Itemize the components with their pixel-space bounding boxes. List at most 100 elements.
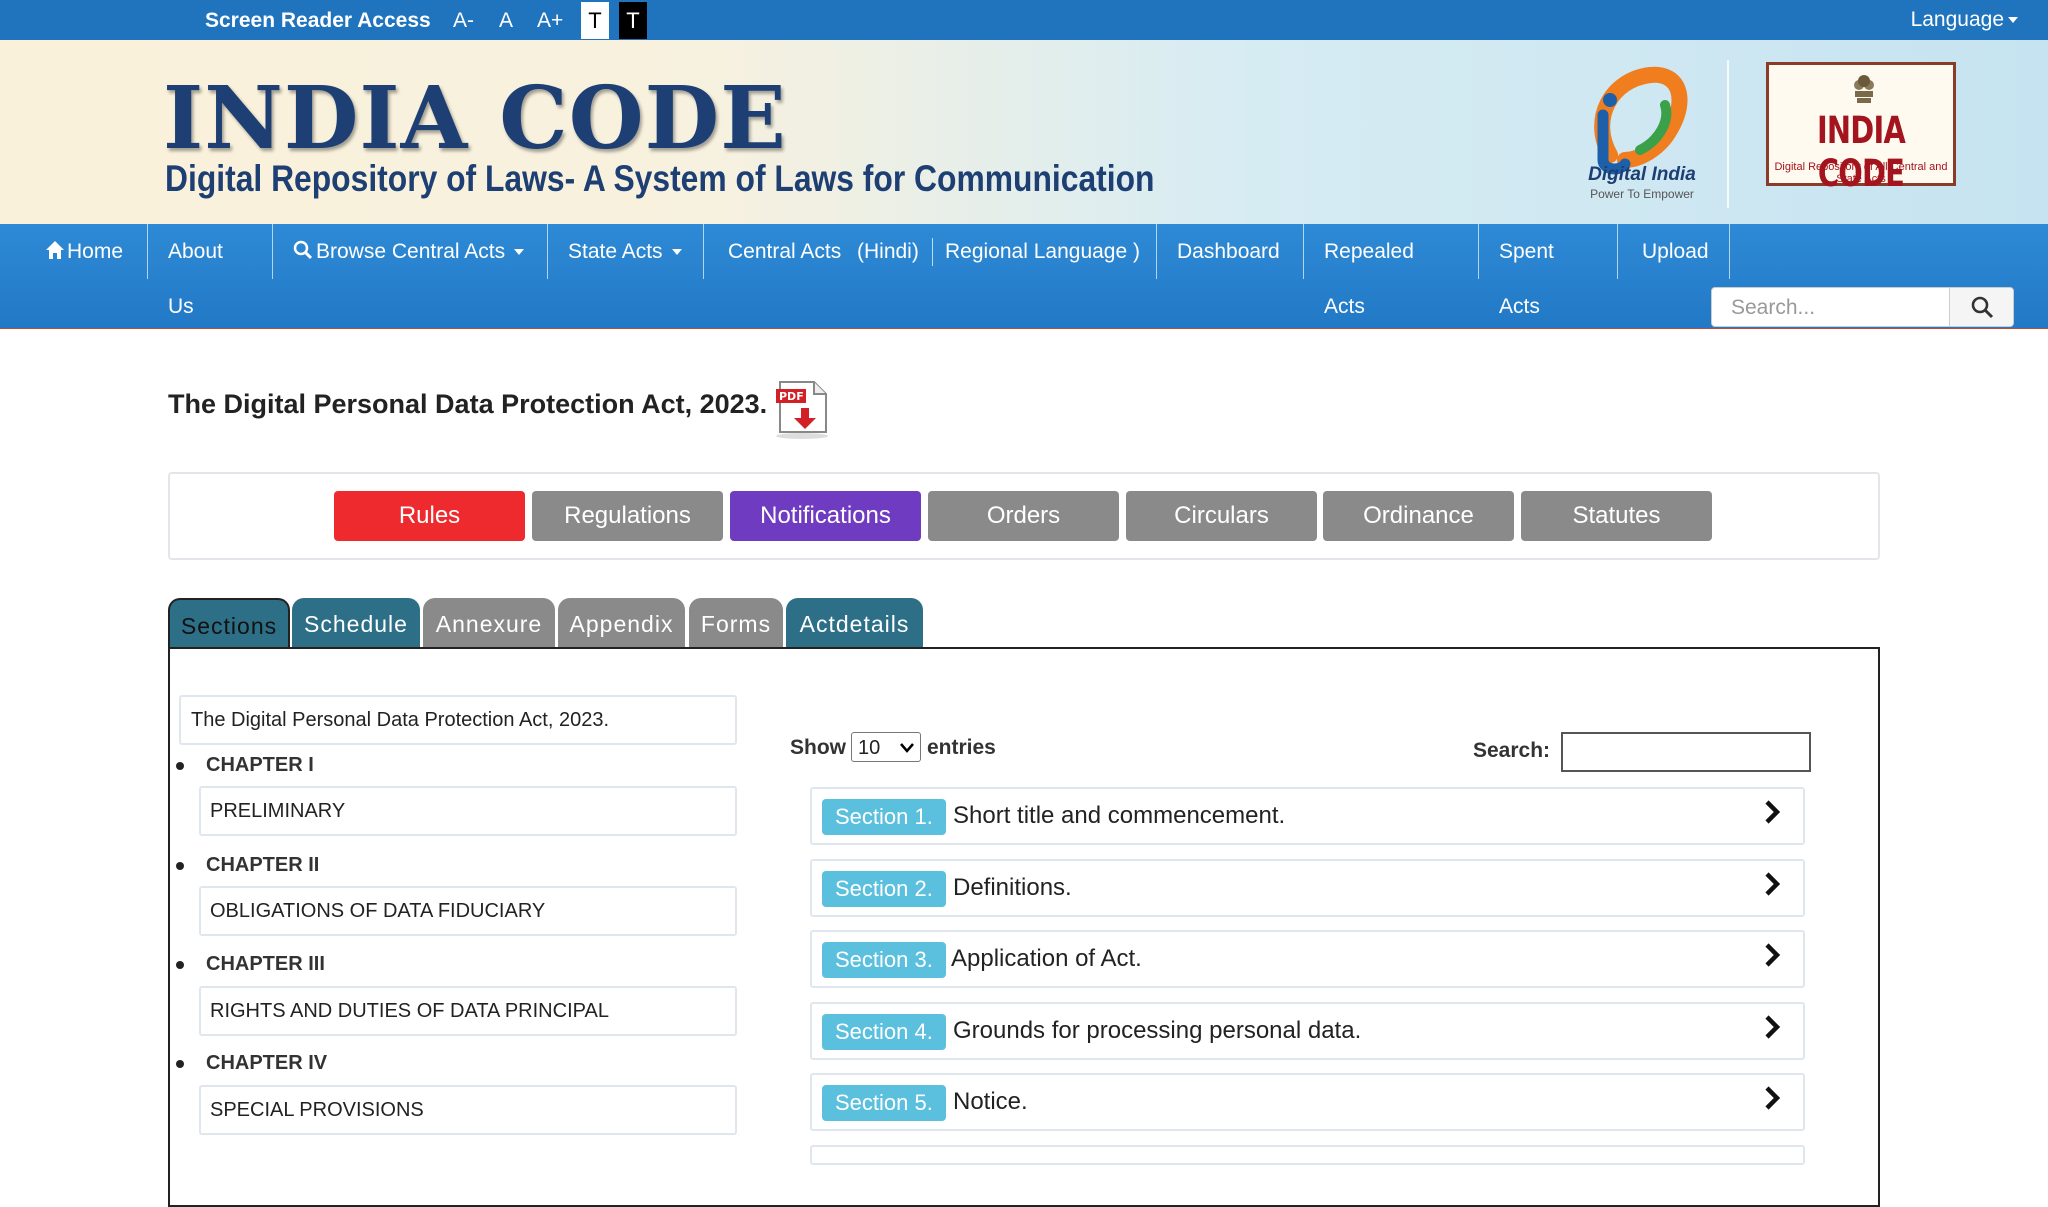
search-icon [293, 240, 313, 260]
section-badge: Section 2. [822, 871, 946, 907]
tab-sections[interactable]: Sections [168, 598, 290, 648]
nav-browse-label: Browse Central Acts [316, 240, 506, 263]
nav-separator [932, 238, 933, 266]
section-row[interactable]: Section 5. Notice. [810, 1073, 1805, 1131]
section-row[interactable] [810, 1145, 1805, 1165]
section-title: Definitions. [953, 874, 1072, 901]
site-search-input[interactable]: Search... [1731, 296, 1815, 320]
tab-schedule[interactable]: Schedule [292, 598, 420, 648]
chapter-label: CHAPTER I [206, 754, 314, 776]
light-theme-button[interactable]: T [581, 2, 609, 39]
svg-text:PDF: PDF [779, 390, 804, 403]
pdf-download-icon[interactable]: PDF [774, 380, 832, 440]
banner-divider [1727, 60, 1729, 208]
caret-down-icon [514, 249, 525, 256]
nav-state-acts-label: State Acts [568, 240, 663, 263]
chapter-link[interactable]: SPECIAL PROVISIONS [199, 1085, 737, 1135]
bullet [176, 1060, 184, 1068]
entries-value: 10 [858, 737, 881, 759]
india-code-badge: INDIA CODE Digital Repository of All Cen… [1766, 62, 1956, 195]
site-title[interactable]: INDIA CODE [163, 68, 787, 169]
home-icon [46, 241, 64, 259]
bullet [176, 961, 184, 969]
section-title: Grounds for processing personal data. [953, 1017, 1362, 1044]
language-dropdown[interactable]: Language [1911, 8, 2018, 32]
site-subtitle: Digital Repository of Laws- A System of … [165, 158, 1155, 199]
badge-subtitle: Digital Repository of All Central and St… [1774, 161, 1948, 185]
font-normal-button[interactable]: A [499, 9, 513, 33]
chevron-right-icon [1765, 943, 1781, 967]
section-row[interactable]: Section 2. Definitions. [810, 859, 1805, 917]
font-decrease-button[interactable]: A- [453, 9, 474, 33]
tab-annexure[interactable]: Annexure [423, 598, 555, 648]
nav-browse-central-acts[interactable]: Browse Central Acts [273, 224, 548, 279]
site-banner: INDIA CODE Digital Repository of Laws- A… [0, 40, 2048, 224]
bullet [176, 862, 184, 870]
screen-reader-access-link[interactable]: Screen Reader Access [205, 9, 431, 33]
chevron-right-icon [1765, 872, 1781, 896]
dark-theme-button[interactable]: T [619, 2, 647, 39]
accessibility-bar: Screen Reader Access A- A A+ T T Languag… [0, 0, 2048, 40]
ordinance-button[interactable]: Ordinance [1323, 491, 1514, 541]
nav-dashboard[interactable]: Dashboard [1157, 224, 1304, 279]
section-row[interactable]: Section 1. Short title and commencement. [810, 787, 1805, 845]
nav-regional-language[interactable]: Regional Language ) [945, 224, 1140, 279]
chevron-down-icon [900, 743, 914, 753]
tab-appendix[interactable]: Appendix [558, 598, 685, 648]
chapter-label: CHAPTER II [206, 854, 320, 876]
table-search-input[interactable] [1561, 732, 1811, 772]
section-row[interactable]: Section 4. Grounds for processing person… [810, 1002, 1805, 1060]
chapter-label: CHAPTER III [206, 953, 325, 975]
toc-act-name[interactable]: The Digital Personal Data Protection Act… [179, 695, 737, 745]
bullet [176, 762, 184, 770]
chevron-right-icon [1765, 800, 1781, 824]
chevron-right-icon [1765, 1015, 1781, 1039]
tab-actdetails[interactable]: Actdetails [786, 598, 923, 648]
table-search-label: Search: [1473, 739, 1551, 762]
caret-down-icon [671, 249, 682, 256]
language-label: Language [1910, 8, 2004, 31]
notifications-button[interactable]: Notifications [730, 491, 921, 541]
digital-india-tagline: Power To Empower [1590, 187, 1694, 201]
font-increase-button[interactable]: A+ [537, 9, 563, 33]
nav-state-acts[interactable]: State Acts [548, 224, 704, 279]
caret-down-icon [2008, 17, 2018, 24]
nav-spent-acts[interactable]: Spent Acts [1479, 224, 1618, 318]
nav-central-acts[interactable]: Central Acts [728, 224, 841, 279]
site-search: Search... [1711, 287, 2014, 327]
nav-central-acts-group: Central Acts (Hindi) Regional Language ) [704, 224, 1157, 279]
nav-hindi[interactable]: (Hindi) [857, 224, 919, 279]
section-badge: Section 5. [822, 1085, 946, 1121]
tab-forms[interactable]: Forms [689, 598, 783, 648]
main-nav: Home About Us Browse Central Acts State … [0, 224, 2048, 329]
circulars-button[interactable]: Circulars [1126, 491, 1317, 541]
chapter-link[interactable]: OBLIGATIONS OF DATA FIDUCIARY [199, 886, 737, 936]
entries-select[interactable]: 10 [851, 732, 921, 762]
section-row[interactable]: Section 3. Application of Act. [810, 930, 1805, 988]
regulations-button[interactable]: Regulations [532, 491, 723, 541]
rules-button[interactable]: Rules [334, 491, 525, 541]
national-emblem-icon [1854, 75, 1874, 103]
orders-button[interactable]: Orders [928, 491, 1119, 541]
section-title: Short title and commencement. [953, 802, 1286, 829]
digital-india-caption: Digital India [1588, 164, 1696, 185]
nav-home-label: Home [67, 240, 124, 263]
statutes-button[interactable]: Statutes [1521, 491, 1712, 541]
nav-upload[interactable]: Upload [1618, 224, 1730, 279]
nav-repealed-acts[interactable]: Repealed Acts [1304, 224, 1479, 318]
nav-about-us[interactable]: About Us [148, 224, 273, 318]
chevron-right-icon [1765, 1086, 1781, 1110]
act-title: The Digital Personal Data Protection Act… [168, 389, 768, 419]
section-badge: Section 1. [822, 799, 946, 835]
site-search-button[interactable] [1949, 288, 2013, 326]
chapter-link[interactable]: RIGHTS AND DUTIES OF DATA PRINCIPAL [199, 986, 737, 1036]
section-title: Notice. [953, 1088, 1028, 1115]
search-icon [1971, 296, 1994, 319]
chapter-link[interactable]: PRELIMINARY [199, 786, 737, 836]
show-label: Show [790, 736, 846, 759]
entries-label: entries [927, 736, 996, 759]
section-badge: Section 3. [822, 942, 946, 978]
section-title: Application of Act. [951, 945, 1142, 972]
section-badge: Section 4. [822, 1014, 946, 1050]
nav-home[interactable]: Home [25, 224, 148, 279]
